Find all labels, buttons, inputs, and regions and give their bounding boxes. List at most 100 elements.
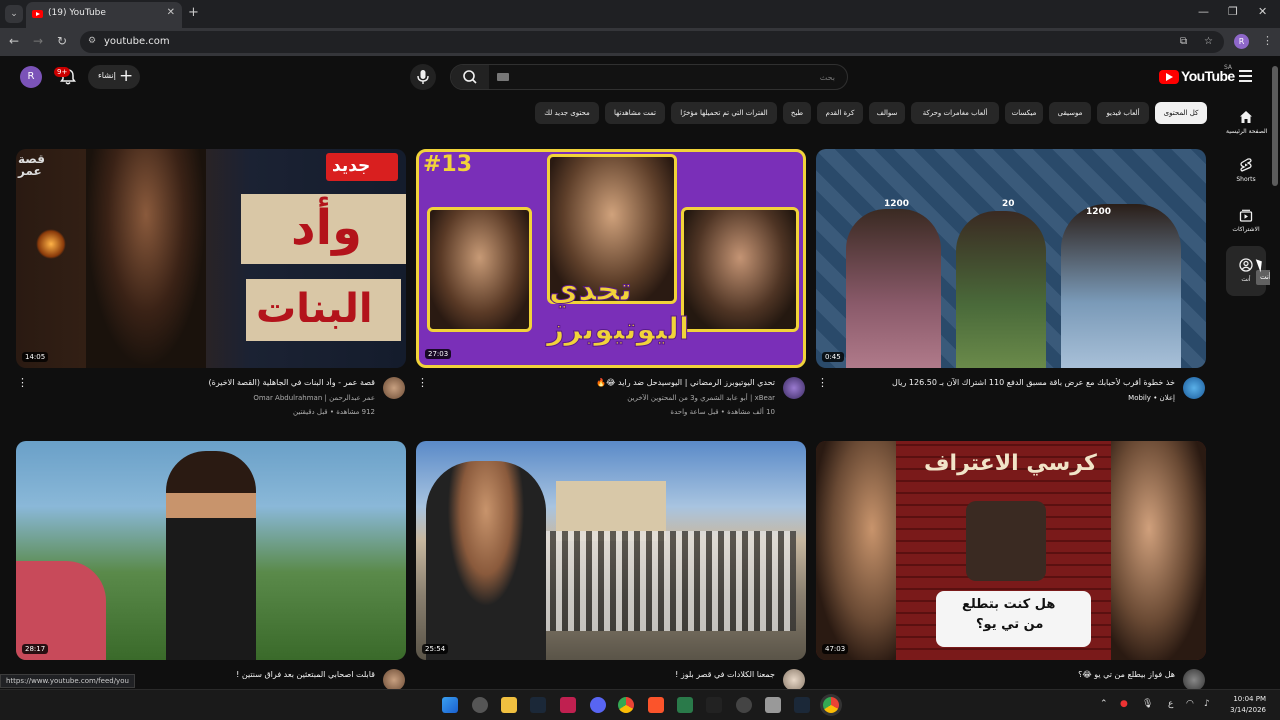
chip-cooking[interactable]: طبخ: [783, 102, 811, 124]
search-input[interactable]: [489, 65, 847, 89]
channel-avatar[interactable]: [383, 669, 405, 691]
thumbnail-text: وأد: [291, 200, 362, 256]
video-title[interactable]: تحدي اليوتيوبرز الرمضاني | اليوسيدحل ضد …: [440, 378, 775, 387]
chip-football[interactable]: كرة القدم: [817, 102, 863, 124]
channel-name[interactable]: عمر عبدالرحمن | Omar Abdulrahman: [40, 394, 375, 402]
sidebar-item-subscriptions[interactable]: الاشتراكات: [1226, 208, 1266, 233]
file-explorer-icon[interactable]: [501, 697, 517, 713]
video-title[interactable]: جمعنا الكلادات في قصر بلوز !: [440, 670, 775, 679]
reload-button[interactable]: ↻: [57, 34, 67, 48]
obs-icon[interactable]: [736, 697, 752, 713]
more-actions-icon[interactable]: ⋮: [17, 376, 28, 389]
back-button[interactable]: ←: [9, 34, 19, 48]
app-icon[interactable]: [560, 697, 576, 713]
channel-avatar[interactable]: [1183, 377, 1205, 399]
link-status-bar: https://www.youtube.com/feed/you: [0, 674, 135, 688]
video-title[interactable]: قصة عمر - وأد البنات في الجاهلية (القصة …: [40, 378, 375, 387]
create-button[interactable]: إنشاء +: [88, 65, 140, 89]
chrome-active-icon[interactable]: [823, 697, 839, 713]
search-button[interactable]: [451, 65, 489, 89]
thumbnail-text: تحدي: [549, 270, 633, 309]
tray-overflow-icon[interactable]: ⌃: [1100, 699, 1108, 709]
video-thumbnail[interactable]: 25:54: [416, 441, 806, 660]
notification-count-badge: 9+: [54, 67, 71, 77]
thumbnail-text: هل كنت بتطلع: [962, 597, 1056, 612]
channel-avatar[interactable]: [1183, 669, 1205, 691]
restore-button[interactable]: ❐: [1228, 5, 1238, 18]
subscriptions-icon: [1239, 209, 1253, 222]
chip-music[interactable]: موسيقى: [1049, 102, 1091, 124]
video-thumbnail[interactable]: كرسي الاعتراف هل كنت بتطلع من تي يو؟ 47:…: [816, 441, 1206, 660]
sidebar-item-shorts[interactable]: Shorts: [1226, 158, 1266, 183]
app-icon[interactable]: [706, 697, 722, 713]
start-windows-icon[interactable]: [442, 697, 458, 713]
channel-name[interactable]: xBear | أبو عابد الشمري و3 من المحتوين ا…: [440, 394, 775, 402]
account-avatar[interactable]: R: [20, 66, 42, 88]
chip-new-for-you[interactable]: محتوى جديد لك: [535, 102, 599, 124]
voice-search-button[interactable]: [410, 64, 436, 90]
home-icon: [1240, 111, 1252, 123]
channel-avatar[interactable]: [783, 669, 805, 691]
wifi-icon[interactable]: ◠: [1186, 699, 1194, 709]
bookmark-star-icon[interactable]: ☆: [1204, 36, 1213, 47]
volume-icon[interactable]: ♪: [1204, 699, 1210, 709]
steam-icon[interactable]: [530, 697, 546, 713]
chip-chat[interactable]: سوالف: [869, 102, 905, 124]
app-icon[interactable]: [677, 697, 693, 713]
tray-mic-icon[interactable]: 🎙: [1142, 699, 1153, 709]
channel-avatar[interactable]: [383, 377, 405, 399]
brave-icon[interactable]: [648, 697, 664, 713]
address-bar[interactable]: ⚙ youtube.com ⧉ ☆: [80, 31, 1224, 53]
channel-avatar[interactable]: [783, 377, 805, 399]
channel-watermark: قصة عمر: [18, 152, 45, 178]
chip-recently-uploaded[interactable]: الفترات التي تم تحميلها مؤخرًا: [671, 102, 777, 124]
thumbnail-text: كرسي الاعتراف: [924, 451, 1097, 476]
install-app-icon[interactable]: ⧉: [1180, 36, 1187, 47]
video-thumbnail[interactable]: 28:17: [16, 441, 406, 660]
window-close-button[interactable]: ✕: [1258, 5, 1267, 18]
video-thumbnail[interactable]: جديد وأد البنات قصة عمر 14:05: [16, 149, 406, 368]
duration-badge: 14:05: [22, 352, 49, 362]
chip-all[interactable]: كل المحتوى: [1155, 102, 1207, 124]
clock-date[interactable]: 3/14/2026: [1222, 706, 1266, 714]
ad-label[interactable]: إعلان • Mobily: [840, 394, 1175, 402]
app-icon[interactable]: [765, 697, 781, 713]
new-badge: جديد: [326, 153, 398, 181]
chip-watched[interactable]: تمت مشاهدتها: [605, 102, 665, 124]
input-language[interactable]: ع: [1168, 699, 1173, 709]
browser-tab-youtube[interactable]: (19) YouTube ✕: [26, 2, 182, 28]
chip-mixes[interactable]: ميكسات: [1005, 102, 1043, 124]
clock-time[interactable]: 10:04 PM: [1232, 695, 1266, 703]
video-thumbnail[interactable]: #13 تحدي اليوتيوبرز 27:03: [416, 149, 806, 368]
more-actions-icon[interactable]: ⋮: [417, 376, 428, 389]
more-actions-icon[interactable]: ⋮: [817, 376, 828, 389]
video-stats: 912 مشاهدة • قبل دقيقتين: [293, 408, 375, 416]
duration-badge: 0:45: [822, 352, 844, 362]
forward-button[interactable]: →: [33, 34, 43, 48]
new-tab-button[interactable]: +: [188, 5, 199, 20]
steam-icon[interactable]: [794, 697, 810, 713]
browser-tab-strip: ⌄ (19) YouTube ✕ + — ❐ ✕: [0, 0, 1280, 28]
browser-profile-avatar[interactable]: R: [1234, 34, 1249, 49]
browser-menu-icon[interactable]: ⋮: [1262, 34, 1273, 47]
chip-video-games[interactable]: ألعاب فيديو: [1097, 102, 1149, 124]
video-title[interactable]: هل فواز بيطلع من تي يو 😂؟: [840, 670, 1175, 679]
guide-menu-icon[interactable]: [1239, 70, 1252, 82]
duration-badge: 27:03: [425, 349, 452, 359]
search-box: [450, 64, 848, 90]
chip-action-adventure-games[interactable]: ألعاب مغامرات وحركة: [911, 102, 999, 124]
tab-close-icon[interactable]: ✕: [167, 7, 175, 18]
plus-icon: +: [119, 66, 134, 86]
video-thumbnail[interactable]: 1200 20 1200 0:45: [816, 149, 1206, 368]
sidebar-item-label: الصفحة الرئيسية: [1226, 128, 1268, 135]
discord-icon[interactable]: [590, 697, 606, 713]
tray-app-icon[interactable]: ●: [1120, 699, 1128, 709]
chrome-icon[interactable]: [618, 697, 634, 713]
site-info-icon[interactable]: ⚙: [88, 36, 100, 48]
settings-app-icon[interactable]: [472, 697, 488, 713]
video-title[interactable]: خذ خطوة أقرب لأحبابك مع عرض باقة مسبق ال…: [840, 378, 1175, 387]
sidebar-item-home[interactable]: الصفحة الرئيسية: [1226, 110, 1268, 135]
minimize-button[interactable]: —: [1198, 5, 1209, 18]
tab-search-button[interactable]: ⌄: [5, 5, 23, 23]
scrollbar-thumb[interactable]: [1272, 66, 1278, 186]
